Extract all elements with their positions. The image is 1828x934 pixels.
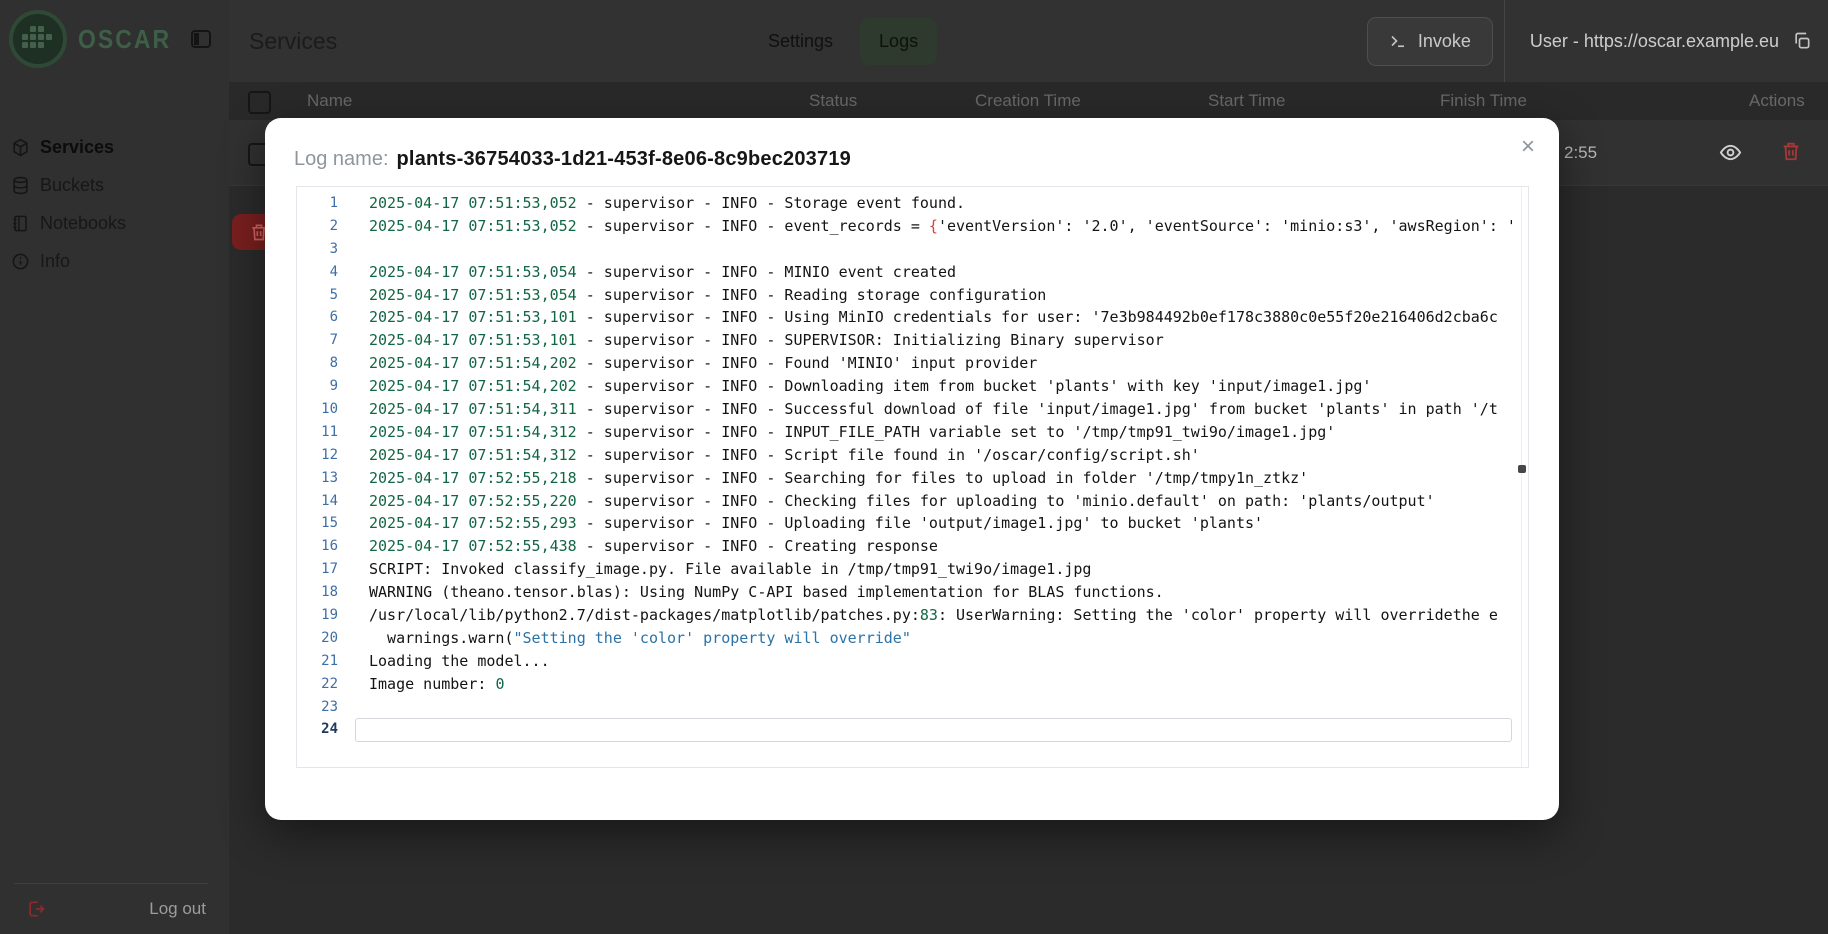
tab-settings[interactable]: Settings [766,19,835,64]
log-line: 17SCRIPT: Invoked classify_image.py. Fil… [297,558,1520,581]
logout-icon [26,899,46,919]
invoke-label: Invoke [1418,31,1471,52]
log-line: 24 [297,718,1520,741]
column-header-start[interactable]: Start Time [1208,82,1285,120]
log-line: 102025-04-17 07:51:54,311 - supervisor -… [297,398,1520,421]
column-header-creation[interactable]: Creation Time [975,82,1081,120]
log-editor[interactable]: 12025-04-17 07:51:53,052 - supervisor - … [296,186,1529,768]
log-line: 112025-04-17 07:51:54,312 - supervisor -… [297,421,1520,444]
page-title: Services [249,0,337,82]
tab-logs[interactable]: Logs [860,18,937,65]
log-line: 82025-04-17 07:51:54,202 - supervisor - … [297,352,1520,375]
info-icon [11,252,30,271]
log-line: 22025-04-17 07:51:53,052 - supervisor - … [297,215,1520,238]
log-line: 21Loading the model... [297,650,1520,673]
log-line: 3 [297,238,1520,261]
log-line: 132025-04-17 07:52:55,218 - supervisor -… [297,467,1520,490]
close-icon[interactable]: × [1513,132,1543,162]
brand-name: OSCAR [78,24,189,54]
topbar: Services Settings Logs Invoke User - htt… [229,0,1828,83]
log-line: 42025-04-17 07:51:53,054 - supervisor - … [297,261,1520,284]
log-line: 92025-04-17 07:51:54,202 - supervisor - … [297,375,1520,398]
cube-icon [11,138,30,157]
sidebar-item-label: Services [40,137,114,158]
user-endpoint-chip: User - https://oscar.example.eu [1505,31,1828,52]
view-tabs: Settings Logs [766,0,937,82]
invoke-button[interactable]: Invoke [1367,17,1493,66]
oscar-logo-icon [8,9,68,69]
notebook-icon [11,214,30,233]
log-line: 18WARNING (theano.tensor.blas): Using Nu… [297,581,1520,604]
sidebar-nav: Services Buckets Noteboo [0,128,229,280]
view-logs-icon[interactable] [1719,141,1742,164]
column-header-actions[interactable]: Actions [1749,82,1805,120]
log-editor-lines: 12025-04-17 07:51:53,052 - supervisor - … [297,192,1520,741]
sidebar-item-notebooks[interactable]: Notebooks [0,204,229,242]
user-endpoint-label: User - https://oscar.example.eu [1530,31,1779,52]
log-line: 142025-04-17 07:52:55,220 - supervisor -… [297,490,1520,513]
copy-icon[interactable] [1792,31,1812,51]
log-line: 72025-04-17 07:51:53,101 - supervisor - … [297,329,1520,352]
log-dialog: Log name: plants-36754033-1d21-453f-8e06… [265,118,1559,820]
log-line: 19/usr/local/lib/python2.7/dist-packages… [297,604,1520,627]
scrollbar-thumb[interactable] [1518,465,1526,473]
sidebar-item-label: Notebooks [40,213,126,234]
log-line: 162025-04-17 07:52:55,438 - supervisor -… [297,535,1520,558]
log-line: 52025-04-17 07:51:53,054 - supervisor - … [297,284,1520,307]
sidebar: OSCAR Services [0,0,230,934]
sidebar-item-buckets[interactable]: Buckets [0,166,229,204]
log-line: 12025-04-17 07:51:53,052 - supervisor - … [297,192,1520,215]
column-header-status[interactable]: Status [809,82,857,120]
terminal-icon [1389,32,1407,50]
app-root: OSCAR Services [0,0,1828,934]
logout-button[interactable]: Log out [14,899,208,919]
log-line: 23 [297,696,1520,719]
log-name-value: plants-36754033-1d21-453f-8e06-8c9bec203… [397,148,851,171]
column-header-finish[interactable]: Finish Time [1440,82,1527,120]
log-line: 122025-04-17 07:51:54,312 - supervisor -… [297,444,1520,467]
sidebar-footer: Log out [14,883,208,934]
column-header-name[interactable]: Name [307,82,352,120]
logout-label: Log out [149,899,206,919]
database-icon [11,176,30,195]
sidebar-item-label: Info [40,251,70,272]
sidebar-item-services[interactable]: Services [0,128,229,166]
log-line: 20 warnings.warn("Setting the 'color' pr… [297,627,1520,650]
log-line: 22Image number: 0 [297,673,1520,696]
finish-time-cell: 2:55 [1564,120,1597,185]
select-all-checkbox[interactable] [248,91,271,114]
log-line: 152025-04-17 07:52:55,293 - supervisor -… [297,512,1520,535]
table-header: Name Status Creation Time Start Time Fin… [229,82,1828,120]
sidebar-item-label: Buckets [40,175,104,196]
log-line: 62025-04-17 07:51:53,101 - supervisor - … [297,306,1520,329]
delete-service-icon[interactable] [1780,140,1802,162]
log-name-label: Log name: [294,148,389,171]
sidebar-collapse-icon[interactable] [189,27,213,51]
topbar-right: Invoke User - https://oscar.example.eu [1367,0,1828,82]
sidebar-item-info[interactable]: Info [0,242,229,280]
